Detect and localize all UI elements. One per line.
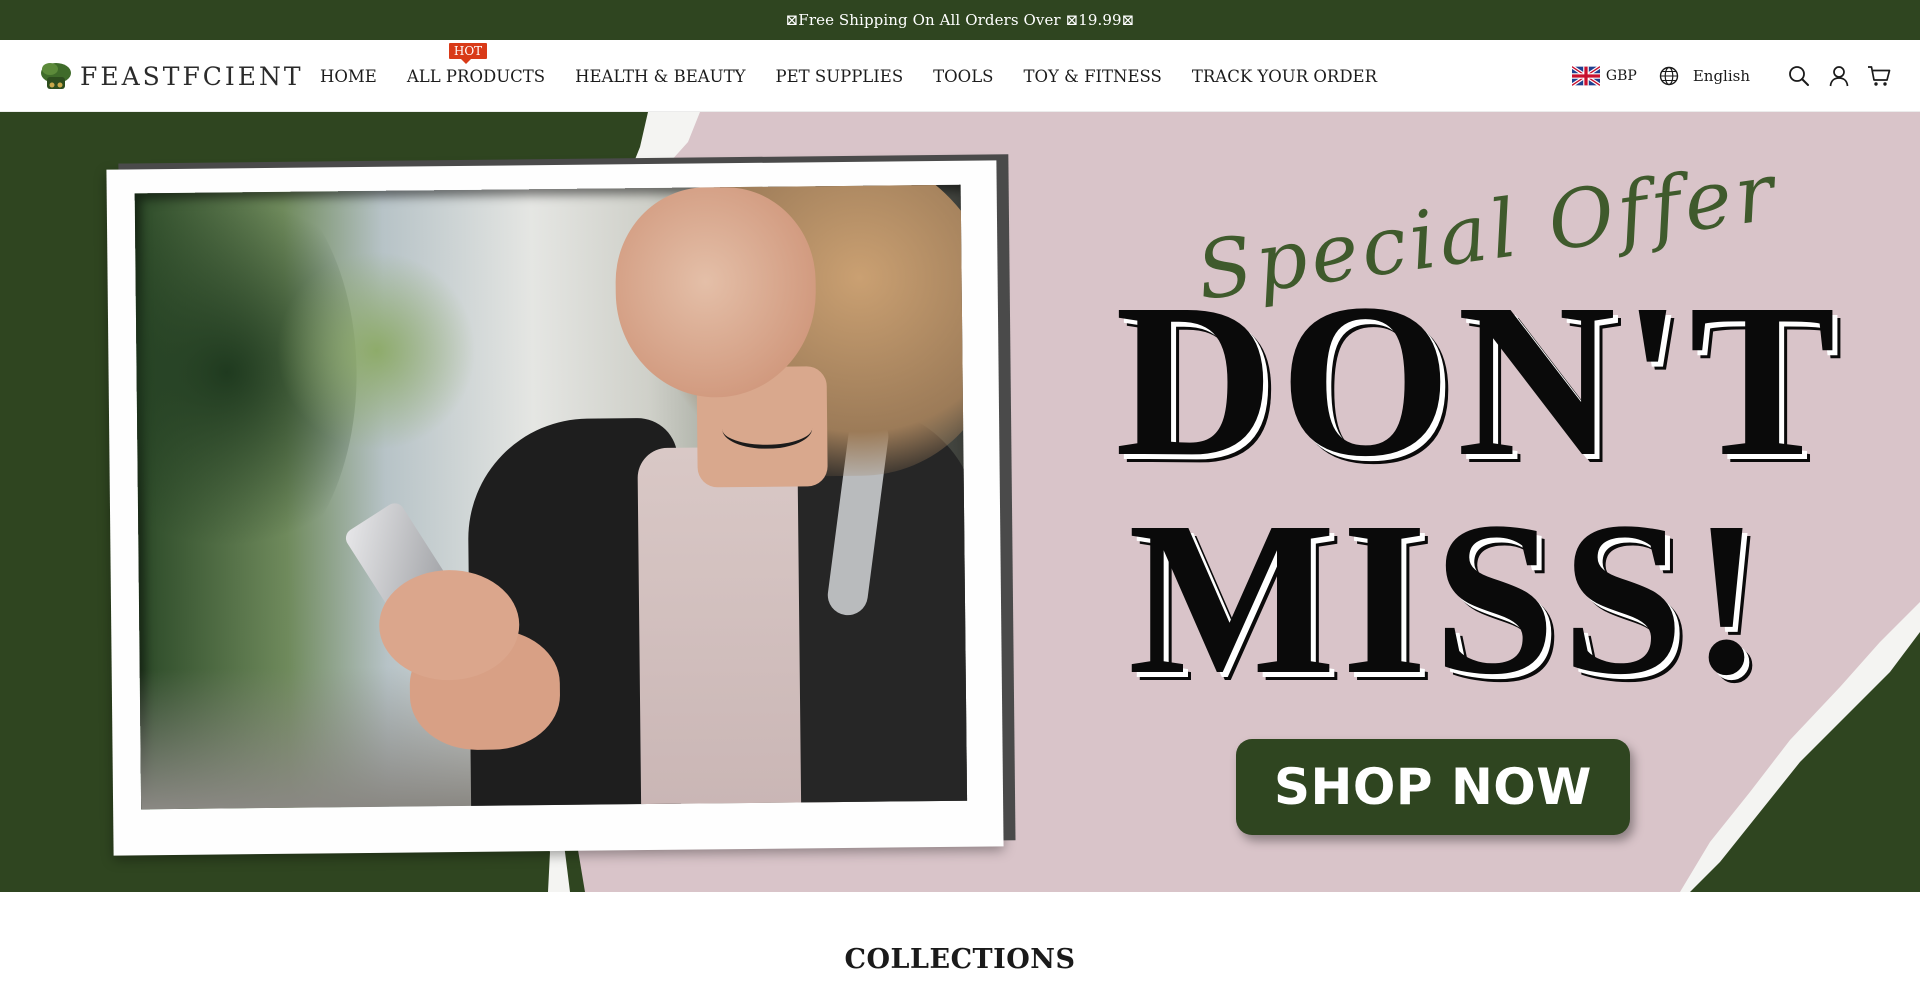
nav-health-beauty[interactable]: HEALTH & BEAUTY: [575, 67, 745, 86]
logo[interactable]: FEASTFCIENT: [38, 58, 304, 94]
hero-banner[interactable]: Special Offer DON'T MISS! SHOP NOW: [0, 112, 1920, 892]
nav-tools[interactable]: TOOLS: [933, 67, 993, 86]
currency-label: GBP: [1605, 68, 1637, 84]
cart-icon: [1868, 66, 1891, 86]
nav-all-products[interactable]: HOT ALL PRODUCTS: [406, 42, 546, 86]
shop-now-button[interactable]: SHOP NOW: [1236, 739, 1630, 835]
nav-home[interactable]: HOME: [320, 67, 377, 86]
language-label: English: [1692, 67, 1750, 85]
hot-badge: HOT: [448, 42, 488, 64]
account-button[interactable]: [1826, 63, 1852, 89]
main-nav: HOME HOT ALL PRODUCTS HEALTH & BEAUTY PE…: [320, 40, 1407, 112]
hero-headline-miss: MISS!: [1128, 476, 1770, 720]
photo-frame: [106, 160, 1004, 856]
currency-selector[interactable]: GBP: [1571, 66, 1637, 86]
logo-mark-icon: [41, 63, 71, 89]
site-header: FEASTFCIENT HOME HOT ALL PRODUCTS HEALTH…: [0, 40, 1920, 112]
language-selector[interactable]: English: [1659, 66, 1750, 86]
search-button[interactable]: [1786, 63, 1812, 89]
account-icon: [1829, 66, 1849, 87]
announcement-bar: ⊠Free Shipping On All Orders Over ⊠19.99…: [0, 0, 1920, 40]
uk-flag-icon: [1571, 66, 1600, 86]
globe-icon: [1659, 66, 1679, 86]
nav-track-order[interactable]: TRACK YOUR ORDER: [1192, 67, 1377, 86]
hero-headline-dont: DON'T: [1115, 258, 1842, 502]
announcement-text: ⊠Free Shipping On All Orders Over ⊠19.99…: [785, 11, 1135, 29]
cart-button[interactable]: [1866, 63, 1892, 89]
header-actions: GBP English: [1571, 40, 1892, 112]
search-icon: [1789, 66, 1809, 86]
nav-all-products-label: ALL PRODUCTS: [406, 66, 546, 86]
logo-text: FEASTFCIENT: [80, 61, 304, 91]
nav-pet-supplies[interactable]: PET SUPPLIES: [776, 67, 904, 86]
collections-title: COLLECTIONS: [844, 944, 1076, 975]
nav-toy-fitness[interactable]: TOY & FITNESS: [1023, 67, 1161, 86]
hero-photo-woman-with-phone: [134, 184, 968, 810]
